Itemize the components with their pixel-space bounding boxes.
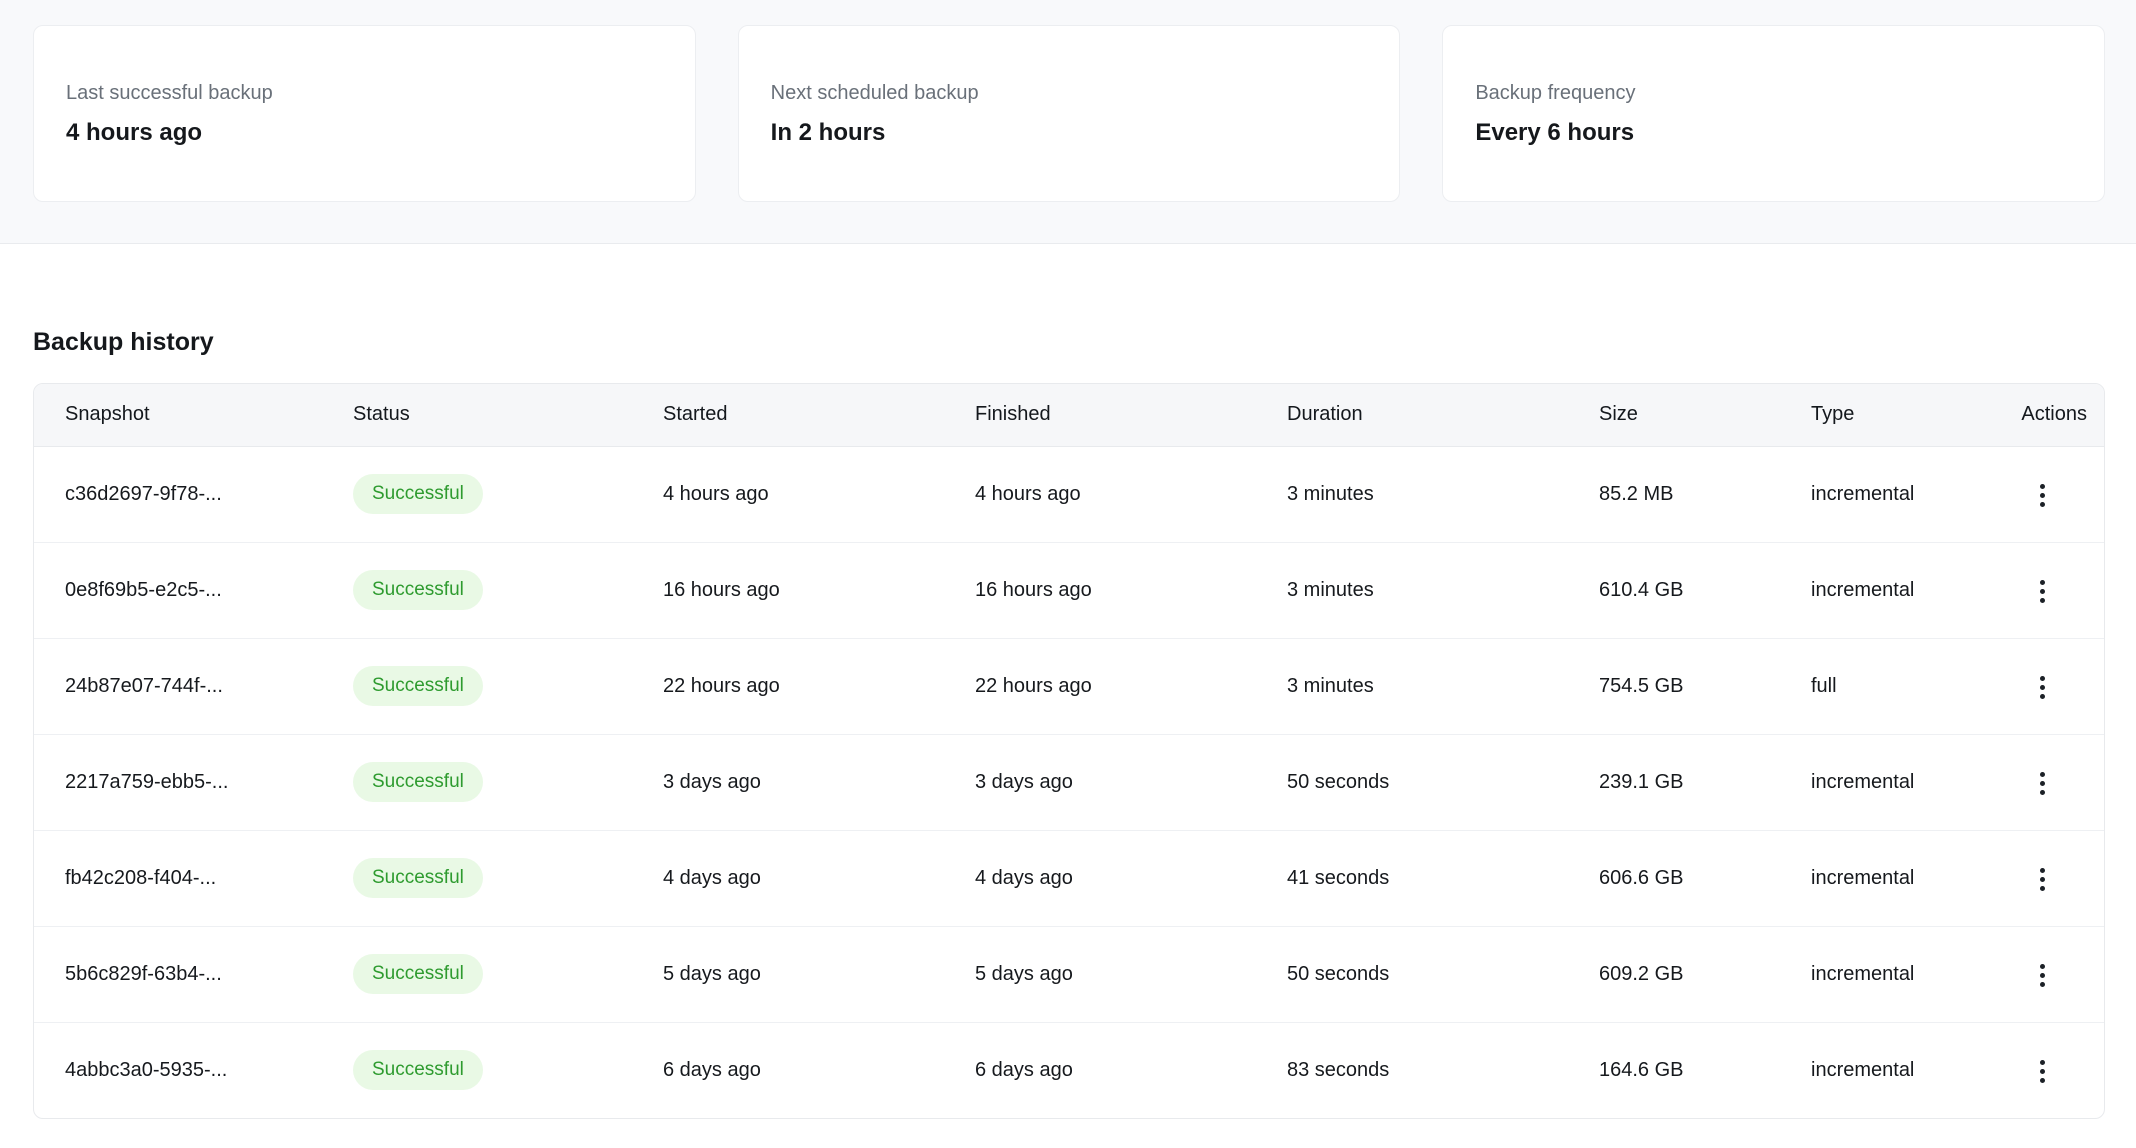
started-cell: 5 days ago	[663, 926, 975, 1022]
card-value: In 2 hours	[771, 118, 1368, 148]
snapshot-id: 0e8f69b5-e2c5-...	[34, 542, 353, 638]
card-label: Next scheduled backup	[771, 80, 1368, 106]
card-next-scheduled-backup: Next scheduled backup In 2 hours	[738, 25, 1401, 202]
started-cell: 22 hours ago	[663, 638, 975, 734]
snapshot-id: 4abbc3a0-5935-...	[34, 1022, 353, 1118]
kebab-vertical-icon	[2040, 964, 2045, 987]
row-actions-button[interactable]	[2021, 1051, 2063, 1093]
size-cell: 239.1 GB	[1599, 734, 1811, 830]
size-cell: 606.6 GB	[1599, 830, 1811, 926]
table-row: c36d2697-9f78-... Successful 4 hours ago…	[34, 446, 2104, 542]
table-row: 24b87e07-744f-... Successful 22 hours ag…	[34, 638, 2104, 734]
finished-cell: 16 hours ago	[975, 542, 1287, 638]
type-cell: incremental	[1811, 446, 1978, 542]
snapshot-id: 24b87e07-744f-...	[34, 638, 353, 734]
kebab-vertical-icon	[2040, 1060, 2045, 1083]
started-cell: 4 hours ago	[663, 446, 975, 542]
row-actions-button[interactable]	[2021, 858, 2063, 900]
backup-history-table-container: Snapshot Status Started Finished Duratio…	[33, 383, 2105, 1119]
started-cell: 3 days ago	[663, 734, 975, 830]
kebab-vertical-icon	[2040, 676, 2045, 699]
column-header-finished: Finished	[975, 384, 1287, 446]
started-cell: 6 days ago	[663, 1022, 975, 1118]
status-badge: Successful	[353, 858, 483, 898]
column-header-status: Status	[353, 384, 663, 446]
snapshot-id: 5b6c829f-63b4-...	[34, 926, 353, 1022]
column-header-size: Size	[1599, 384, 1811, 446]
column-header-type: Type	[1811, 384, 1978, 446]
finished-cell: 6 days ago	[975, 1022, 1287, 1118]
backup-history-section: Backup history Snapshot Status Started F…	[0, 328, 2136, 1119]
summary-strip: Last successful backup 4 hours ago Next …	[0, 0, 2136, 244]
duration-cell: 3 minutes	[1287, 446, 1599, 542]
duration-cell: 3 minutes	[1287, 638, 1599, 734]
status-badge: Successful	[353, 1050, 483, 1090]
column-header-actions: Actions	[1978, 384, 2104, 446]
column-header-duration: Duration	[1287, 384, 1599, 446]
row-actions-button[interactable]	[2021, 954, 2063, 996]
table-header-row: Snapshot Status Started Finished Duratio…	[34, 384, 2104, 446]
type-cell: incremental	[1811, 830, 1978, 926]
finished-cell: 3 days ago	[975, 734, 1287, 830]
card-last-successful-backup: Last successful backup 4 hours ago	[33, 25, 696, 202]
finished-cell: 5 days ago	[975, 926, 1287, 1022]
card-label: Backup frequency	[1475, 80, 2072, 106]
snapshot-id: 2217a759-ebb5-...	[34, 734, 353, 830]
type-cell: full	[1811, 638, 1978, 734]
started-cell: 16 hours ago	[663, 542, 975, 638]
table-row: 5b6c829f-63b4-... Successful 5 days ago …	[34, 926, 2104, 1022]
type-cell: incremental	[1811, 926, 1978, 1022]
card-label: Last successful backup	[66, 80, 663, 106]
size-cell: 164.6 GB	[1599, 1022, 1811, 1118]
kebab-vertical-icon	[2040, 868, 2045, 891]
size-cell: 609.2 GB	[1599, 926, 1811, 1022]
card-value: Every 6 hours	[1475, 118, 2072, 148]
row-actions-button[interactable]	[2021, 666, 2063, 708]
duration-cell: 3 minutes	[1287, 542, 1599, 638]
status-badge: Successful	[353, 570, 483, 610]
status-badge: Successful	[353, 762, 483, 802]
card-value: 4 hours ago	[66, 118, 663, 148]
column-header-snapshot: Snapshot	[34, 384, 353, 446]
size-cell: 610.4 GB	[1599, 542, 1811, 638]
page-title: Backup history	[33, 328, 2105, 357]
duration-cell: 50 seconds	[1287, 734, 1599, 830]
table-row: 4abbc3a0-5935-... Successful 6 days ago …	[34, 1022, 2104, 1118]
table-row: 0e8f69b5-e2c5-... Successful 16 hours ag…	[34, 542, 2104, 638]
size-cell: 754.5 GB	[1599, 638, 1811, 734]
row-actions-button[interactable]	[2021, 762, 2063, 804]
duration-cell: 41 seconds	[1287, 830, 1599, 926]
type-cell: incremental	[1811, 734, 1978, 830]
column-header-started: Started	[663, 384, 975, 446]
type-cell: incremental	[1811, 1022, 1978, 1118]
type-cell: incremental	[1811, 542, 1978, 638]
snapshot-id: fb42c208-f404-...	[34, 830, 353, 926]
status-badge: Successful	[353, 954, 483, 994]
finished-cell: 4 days ago	[975, 830, 1287, 926]
row-actions-button[interactable]	[2021, 570, 2063, 612]
kebab-vertical-icon	[2040, 772, 2045, 795]
table-row: fb42c208-f404-... Successful 4 days ago …	[34, 830, 2104, 926]
size-cell: 85.2 MB	[1599, 446, 1811, 542]
card-backup-frequency: Backup frequency Every 6 hours	[1442, 25, 2105, 202]
status-badge: Successful	[353, 666, 483, 706]
row-actions-button[interactable]	[2021, 474, 2063, 516]
table-row: 2217a759-ebb5-... Successful 3 days ago …	[34, 734, 2104, 830]
status-badge: Successful	[353, 474, 483, 514]
started-cell: 4 days ago	[663, 830, 975, 926]
snapshot-id: c36d2697-9f78-...	[34, 446, 353, 542]
finished-cell: 22 hours ago	[975, 638, 1287, 734]
finished-cell: 4 hours ago	[975, 446, 1287, 542]
duration-cell: 50 seconds	[1287, 926, 1599, 1022]
duration-cell: 83 seconds	[1287, 1022, 1599, 1118]
kebab-vertical-icon	[2040, 580, 2045, 603]
backup-history-table: Snapshot Status Started Finished Duratio…	[34, 384, 2104, 1118]
kebab-vertical-icon	[2040, 484, 2045, 507]
